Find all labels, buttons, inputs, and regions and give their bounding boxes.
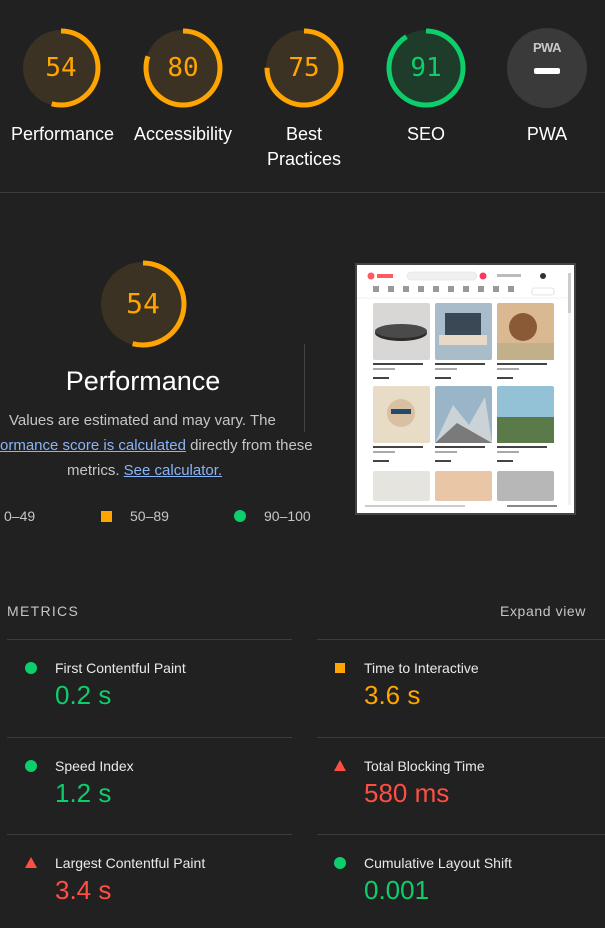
see-calculator-link[interactable]: See calculator. — [124, 462, 222, 479]
category-seo[interactable]: 91 SEO — [376, 26, 476, 147]
seo-gauge: 91 — [384, 26, 468, 110]
metric-value: 1.2 s — [55, 778, 112, 808]
fail-triangle-icon — [25, 857, 37, 868]
category-pwa[interactable]: PWA PWA — [497, 26, 597, 147]
section-separator — [304, 344, 305, 432]
pwa-badge-icon: PWA — [505, 26, 589, 110]
metric-label: Largest Contentful Paint — [55, 855, 206, 871]
description-line-1: Values are estimated and may vary. The — [9, 412, 276, 429]
best-practices-score: 75 — [288, 53, 320, 83]
metric-value: 3.6 s — [364, 680, 421, 710]
legend-square-icon — [101, 510, 112, 522]
legend-average-range: 50–89 — [130, 508, 169, 524]
pass-circle-icon — [25, 760, 37, 772]
metric-label: Total Blocking Time — [364, 758, 485, 774]
pass-circle-icon — [25, 662, 37, 674]
metric-label: Cumulative Layout Shift — [364, 855, 512, 871]
performance-label: Performance — [11, 124, 115, 144]
average-square-icon — [335, 663, 345, 673]
best-practices-label: Best Practices — [266, 124, 342, 169]
accessibility-label: Accessibility — [133, 124, 233, 144]
accessibility-score: 80 — [167, 53, 199, 83]
performance-big-score: 54 — [126, 287, 160, 320]
metric-label: Time to Interactive — [364, 660, 479, 676]
header-divider — [0, 192, 605, 193]
legend-average: 50–89 — [101, 508, 169, 524]
pwa-label: PWA — [526, 124, 568, 144]
performance-title: Performance — [65, 366, 221, 396]
metric-value: 580 ms — [364, 778, 450, 808]
metrics-divider — [7, 639, 292, 640]
description-line-3-text: metrics. — [67, 462, 124, 479]
legend-fail-range: 0–49 — [4, 508, 36, 524]
expand-view-toggle[interactable]: Expand view — [500, 603, 586, 619]
legend-circle-icon — [234, 510, 246, 522]
pwa-badge-text: PWA — [532, 40, 562, 55]
description-line-2: ormance score is calculated directly fro… — [0, 437, 313, 454]
metrics-divider — [317, 639, 605, 640]
pass-circle-icon — [334, 857, 346, 869]
metric-label: Speed Index — [55, 758, 134, 774]
metric-value: 0.001 — [364, 875, 430, 905]
metrics-divider — [7, 834, 292, 835]
performance-big-gauge: 54 — [97, 258, 189, 350]
category-accessibility[interactable]: 80 Accessibility — [133, 26, 233, 147]
category-best-practices[interactable]: 75 Best Practices — [254, 26, 354, 172]
performance-gauge: 54 — [19, 26, 103, 110]
page-preview-image — [357, 265, 574, 513]
best-practices-gauge: 75 — [262, 26, 346, 110]
legend-pass: 90–100 — [234, 508, 311, 524]
description-line-3: metrics. See calculator. — [67, 462, 222, 479]
metrics-divider — [317, 834, 605, 835]
metric-label: First Contentful Paint — [55, 660, 186, 676]
metric-value: 0.2 s — [55, 680, 112, 710]
metrics-divider — [7, 737, 292, 738]
metrics-divider — [317, 737, 605, 738]
accessibility-gauge: 80 — [141, 26, 225, 110]
legend-pass-range: 90–100 — [264, 508, 311, 524]
metric-value: 3.4 s — [55, 875, 112, 905]
description-line-2-text: directly from these — [185, 437, 313, 454]
metrics-title: METRICS — [7, 603, 80, 619]
fail-triangle-icon — [334, 760, 346, 771]
legend-fail: 0–49 — [4, 508, 35, 524]
performance-score-link[interactable]: ormance score is calculated — [0, 437, 186, 454]
seo-label: SEO — [406, 124, 445, 144]
final-screenshot-thumbnail[interactable] — [355, 263, 576, 515]
category-performance[interactable]: 54 Performance — [11, 26, 115, 147]
performance-score: 54 — [45, 53, 77, 83]
seo-score: 91 — [410, 53, 442, 83]
